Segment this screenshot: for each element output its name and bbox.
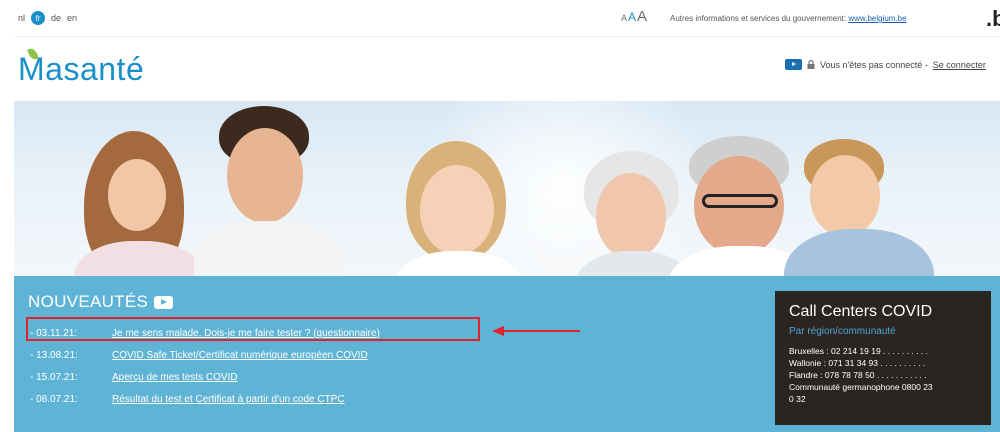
text-size-large[interactable]: A bbox=[637, 8, 647, 25]
be-logo[interactable]: .be bbox=[986, 8, 1000, 30]
masante-logo[interactable]: Masanté bbox=[18, 46, 144, 92]
call-center-line: Communauté germanophone 0800 23 bbox=[789, 382, 933, 392]
gov-info: Autres informations et services du gouve… bbox=[670, 14, 907, 23]
list-item: - 15.07.21: Aperçu de mes tests COVID bbox=[30, 366, 380, 388]
login-status-text: Vous n'êtes pas connecté - bbox=[820, 59, 928, 70]
login-link[interactable]: Se connecter bbox=[933, 60, 986, 70]
youtube-icon[interactable] bbox=[154, 295, 174, 309]
call-center-line: 0 32 bbox=[789, 394, 806, 404]
lang-nl[interactable]: nl bbox=[18, 13, 25, 23]
call-center-line: Flandre : 078 78 78 50 . . . . . . . . .… bbox=[789, 370, 927, 380]
text-size-small[interactable]: A bbox=[621, 13, 627, 23]
be-logo-text: .be bbox=[986, 6, 1000, 31]
news-link[interactable]: Aperçu de mes tests COVID bbox=[112, 372, 238, 383]
news-date: - 13.08.21: bbox=[30, 349, 78, 361]
red-arrow-icon bbox=[492, 326, 580, 336]
logo-sante: santé bbox=[63, 51, 145, 87]
call-centers-title: Call Centers COVID bbox=[789, 303, 933, 320]
belgium-link[interactable]: www.belgium.be bbox=[848, 14, 906, 23]
top-divider bbox=[14, 36, 1000, 37]
logo-ma: Ma bbox=[18, 51, 64, 87]
highlight-box bbox=[26, 317, 480, 341]
top-bar: nl fr de en A A A Autres informations et… bbox=[0, 0, 1000, 36]
gov-text: Autres informations et services du gouve… bbox=[670, 14, 847, 23]
news-link[interactable]: COVID Safe Ticket/Certificat numérique e… bbox=[112, 350, 368, 361]
news-date: - 08.07.21: bbox=[30, 393, 78, 405]
lock-icon bbox=[807, 60, 815, 69]
login-status: Vous n'êtes pas connecté - Se connecter bbox=[785, 59, 986, 70]
list-item: - 13.08.21: COVID Safe Ticket/Certificat… bbox=[30, 344, 380, 366]
youtube-icon[interactable] bbox=[785, 59, 802, 70]
call-center-line: Bruxelles : 02 214 19 19 . . . . . . . .… bbox=[789, 346, 928, 356]
text-size-medium[interactable]: A bbox=[628, 10, 636, 24]
text-size-controls: A A A bbox=[621, 8, 647, 25]
call-centers-subtitle: Par région/communauté bbox=[789, 326, 896, 337]
news-title-text: NOUVEAUTÉS bbox=[28, 292, 149, 311]
call-center-line: Wallonie : 071 31 34 93 . . . . . . . . … bbox=[789, 358, 926, 368]
lang-en[interactable]: en bbox=[67, 13, 77, 23]
news-link[interactable]: Résultat du test et Certificat à partir … bbox=[112, 394, 345, 405]
hero-family-image bbox=[14, 101, 1000, 276]
language-selector: nl fr de en bbox=[18, 11, 77, 25]
news-date: - 15.07.21: bbox=[30, 371, 78, 383]
call-centers-box: Call Centers COVID Par région/communauté… bbox=[775, 291, 991, 425]
list-item: - 08.07.21: Résultat du test et Certific… bbox=[30, 388, 380, 410]
lang-de[interactable]: de bbox=[51, 13, 61, 23]
news-title: NOUVEAUTÉS bbox=[28, 292, 174, 312]
lang-fr-active[interactable]: fr bbox=[31, 11, 46, 25]
